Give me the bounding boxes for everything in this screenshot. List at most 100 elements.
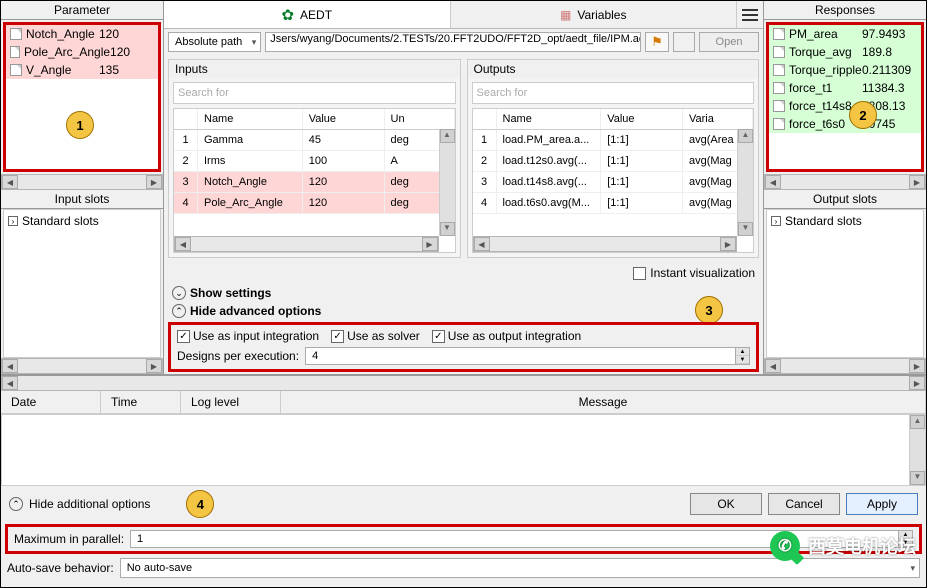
table-row[interactable]: 1 load.PM_area.a... [1:1] avg(Area: [473, 130, 754, 151]
chevron-down-icon: ⌄: [172, 286, 186, 300]
max-parallel-spinner[interactable]: 1 ▲▼: [130, 530, 913, 548]
doc-icon: [10, 28, 22, 40]
col-name[interactable]: Name: [198, 109, 303, 129]
path-extra-button[interactable]: [673, 32, 695, 52]
param-row[interactable]: V_Angle 135: [6, 61, 158, 79]
col-unit[interactable]: Un: [385, 109, 455, 129]
scrollbar-v[interactable]: ▲ ▼: [909, 415, 925, 485]
output-slots-list[interactable]: › Standard slots: [766, 209, 924, 358]
flag-icon[interactable]: ⚑: [645, 32, 669, 52]
path-mode-combo[interactable]: Absolute path: [168, 32, 261, 52]
outputs-search[interactable]: Search for: [472, 82, 755, 104]
tab-variables[interactable]: ▦ Variables: [451, 1, 738, 28]
table-row[interactable]: 4 load.t6s0.avg(M... [1:1] avg(Mag: [473, 193, 754, 214]
scrollbar-h[interactable]: ◀▶: [473, 236, 738, 252]
doc-icon: [10, 46, 20, 58]
table-row[interactable]: 3 Notch_Angle 120 deg: [174, 172, 455, 193]
col-var[interactable]: Varia: [683, 109, 753, 129]
chk-solver[interactable]: ✓Use as solver: [331, 329, 420, 343]
col-value[interactable]: Value: [303, 109, 385, 129]
scroll-right-icon[interactable]: ▶: [146, 175, 162, 189]
inputs-group: Inputs Search for Name Value Un 1 Gamma …: [168, 59, 461, 258]
inputs-table: Name Value Un 1 Gamma 45 deg 2 Irms 100: [173, 108, 456, 253]
scrollbar-h[interactable]: ◀▶: [764, 174, 926, 190]
instant-viz-checkbox[interactable]: [633, 267, 646, 280]
response-row[interactable]: Torque_avg189.8: [769, 43, 921, 61]
chk-output-integration[interactable]: ✓Use as output integration: [432, 329, 581, 343]
autosave-combo[interactable]: No auto-save: [120, 558, 920, 578]
table-row[interactable]: 1 Gamma 45 deg: [174, 130, 455, 151]
spin-down-icon: ▼: [736, 356, 749, 364]
response-row[interactable]: force_t111384.3: [769, 79, 921, 97]
col-loglevel[interactable]: Log level: [181, 391, 281, 413]
hide-additional-options[interactable]: Hide additional options: [29, 497, 150, 511]
input-slots-header: Input slots: [1, 190, 163, 209]
scrollbar-h[interactable]: ◀▶: [1, 375, 926, 391]
output-slots-header: Output slots: [764, 190, 926, 209]
responses-panel: PM_area97.9493 Torque_avg189.8 Torque_ri…: [766, 22, 924, 172]
param-row[interactable]: Notch_Angle 120: [6, 25, 158, 43]
variables-icon: ▦: [560, 8, 571, 22]
scroll-right-icon[interactable]: ▶: [146, 359, 162, 373]
table-row[interactable]: 4 Pole_Arc_Angle 120 deg: [174, 193, 455, 214]
callout-1: 1: [66, 111, 94, 139]
col-name[interactable]: Name: [497, 109, 602, 129]
inputs-search[interactable]: Search for: [173, 82, 456, 104]
scrollbar-h[interactable]: ◀▶: [764, 358, 926, 374]
doc-icon: [773, 28, 785, 40]
doc-icon: [773, 46, 785, 58]
ok-button[interactable]: OK: [690, 493, 762, 515]
spin-up-icon: ▲: [736, 348, 749, 356]
col-value[interactable]: Value: [601, 109, 683, 129]
max-parallel-box: Maximum in parallel: 1 ▲▼: [5, 524, 922, 554]
col-message[interactable]: Message: [281, 391, 926, 413]
table-row[interactable]: 2 load.t12s0.avg(... [1:1] avg(Mag: [473, 151, 754, 172]
hide-advanced-toggle[interactable]: ⌃ Hide advanced options 3: [164, 302, 763, 320]
scrollbar-h[interactable]: ◀▶: [174, 236, 439, 252]
expand-icon[interactable]: ›: [8, 216, 18, 226]
apply-button[interactable]: Apply: [846, 493, 918, 515]
hamburger-menu-icon[interactable]: [737, 9, 763, 21]
slot-item[interactable]: › Standard slots: [769, 212, 921, 230]
chevron-up-icon[interactable]: ⌃: [9, 497, 23, 511]
autosave-label: Auto-save behavior:: [7, 561, 114, 575]
callout-4: 4: [186, 490, 214, 518]
parameter-panel: Notch_Angle 120 Pole_Arc_Angle 120 V_Ang…: [3, 22, 161, 172]
spin-up-icon: ▲: [899, 531, 912, 539]
param-row[interactable]: Pole_Arc_Angle 120: [6, 43, 158, 61]
response-row[interactable]: PM_area97.9493: [769, 25, 921, 43]
show-settings-toggle[interactable]: ⌄ Show settings: [164, 284, 763, 302]
col-date[interactable]: Date: [1, 391, 101, 413]
scrollbar-h[interactable]: ◀ ▶: [1, 358, 163, 374]
path-input[interactable]: Jsers/wyang/Documents/2.TESTs/20.FFT2UDO…: [265, 32, 641, 52]
instant-viz-label: Instant visualization: [650, 266, 755, 280]
tab-aedt[interactable]: ✿ AEDT: [164, 1, 451, 28]
input-slots-list[interactable]: › Standard slots: [3, 209, 161, 358]
scrollbar-h[interactable]: ◀ ▶: [1, 174, 163, 190]
scroll-left-icon[interactable]: ◀: [2, 175, 18, 189]
chevron-up-icon: ⌃: [172, 304, 186, 318]
cancel-button[interactable]: Cancel: [768, 493, 840, 515]
responses-header: Responses: [764, 1, 926, 20]
expand-icon[interactable]: ›: [771, 216, 781, 226]
log-header: Date Time Log level Message: [1, 391, 926, 414]
response-row[interactable]: Torque_ripple0.211309: [769, 61, 921, 79]
table-row[interactable]: 3 load.t14s8.avg(... [1:1] avg(Mag: [473, 172, 754, 193]
doc-icon: [773, 82, 785, 94]
col-time[interactable]: Time: [101, 391, 181, 413]
slot-item[interactable]: › Standard slots: [6, 212, 158, 230]
dpe-spinner[interactable]: 4 ▲▼: [305, 347, 750, 365]
max-parallel-label: Maximum in parallel:: [14, 532, 124, 546]
response-row[interactable]: force_t14s87808.13: [769, 97, 921, 115]
scroll-left-icon[interactable]: ◀: [2, 359, 18, 373]
chk-input-integration[interactable]: ✓Use as input integration: [177, 329, 319, 343]
doc-icon: [773, 100, 785, 112]
scrollbar-v[interactable]: ▲ ▼: [737, 129, 753, 236]
inputs-title: Inputs: [169, 60, 460, 78]
log-body: ▲ ▼: [1, 414, 926, 486]
table-row[interactable]: 2 Irms 100 A: [174, 151, 455, 172]
open-button[interactable]: Open: [699, 32, 759, 52]
scrollbar-v[interactable]: ▲ ▼: [439, 129, 455, 236]
doc-icon: [773, 118, 785, 130]
response-row[interactable]: force_t6s010745: [769, 115, 921, 133]
